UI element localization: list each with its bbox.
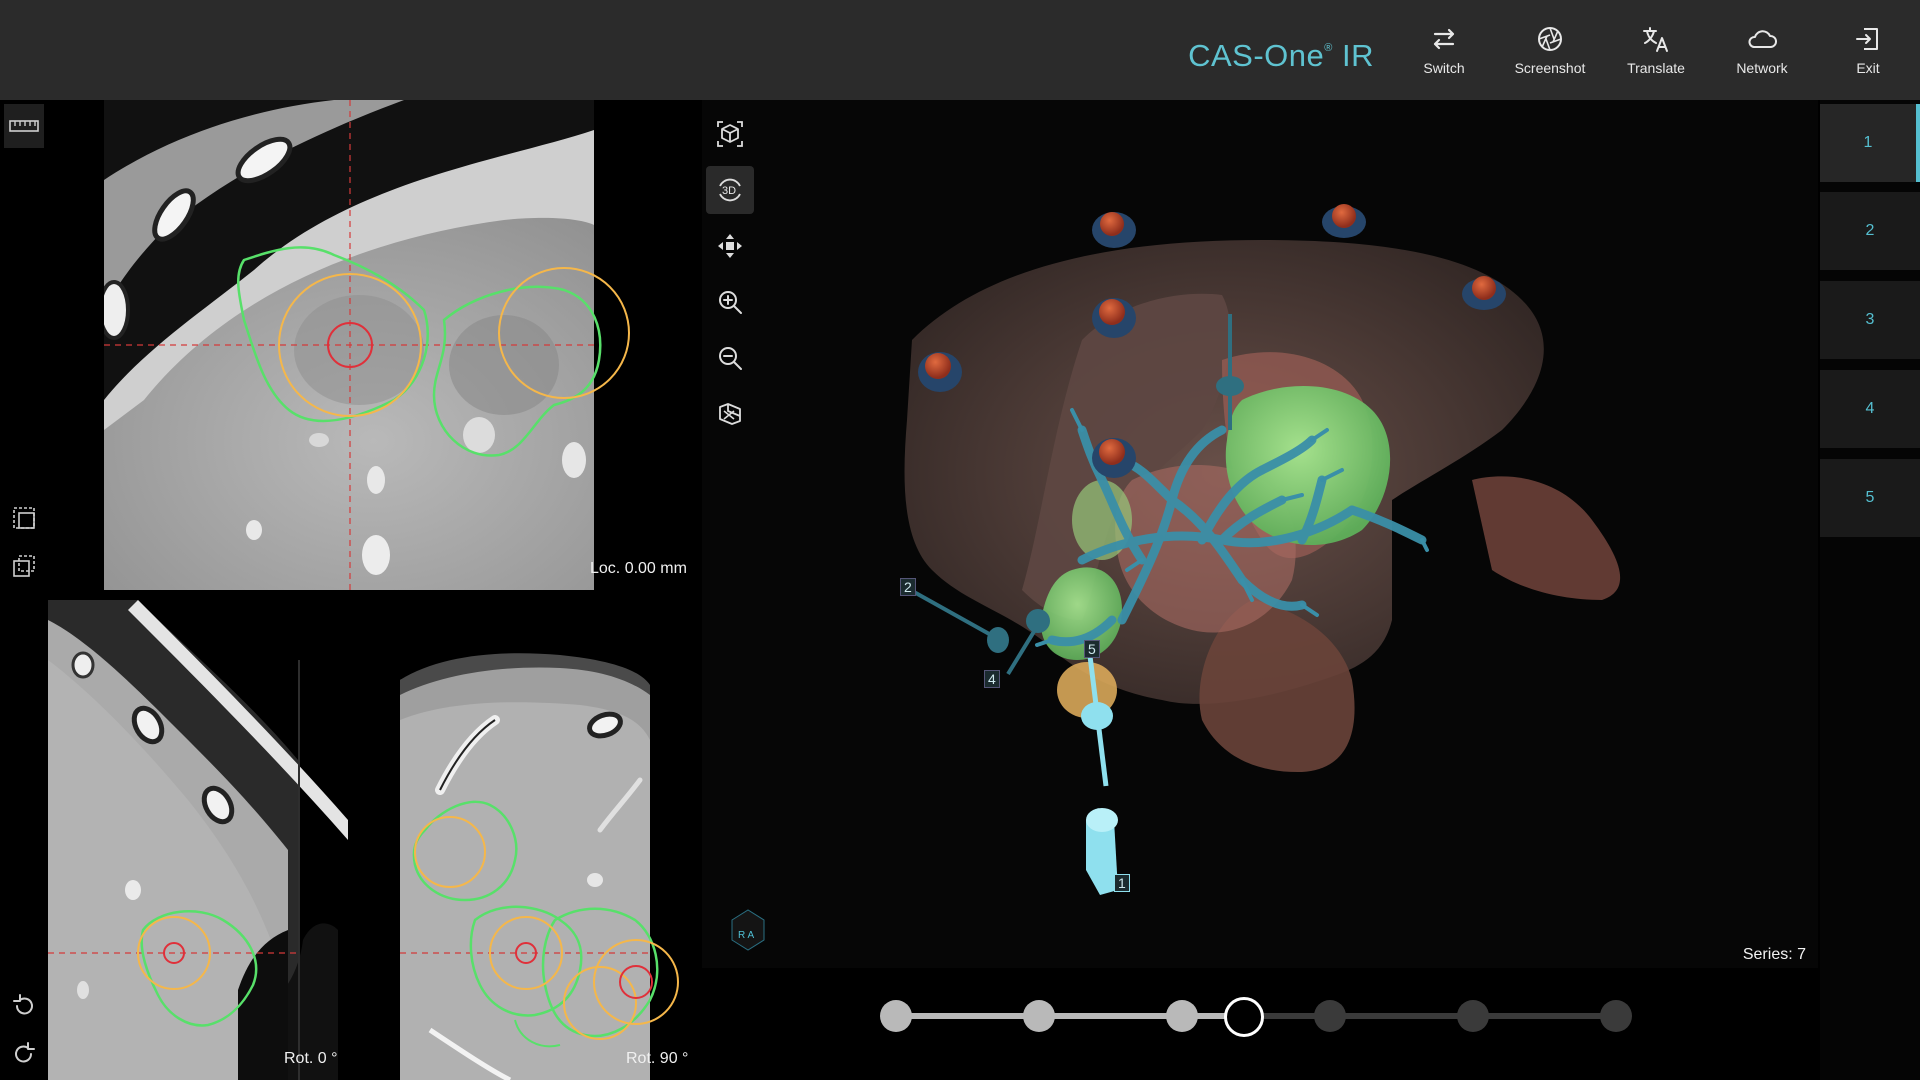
reset-view-icon: [717, 121, 743, 147]
rotate-3d-icon: 3D: [719, 178, 741, 202]
zoom-in-button[interactable]: [706, 278, 754, 326]
switch-label: Switch: [1423, 60, 1465, 76]
rotate-left-button[interactable]: [8, 990, 40, 1022]
timeline-track-todo: [1256, 1013, 1620, 1019]
trajectory-item-5[interactable]: 5: [1820, 459, 1920, 537]
timeline-step-current[interactable]: [1224, 997, 1264, 1037]
pan-button[interactable]: [706, 222, 754, 270]
trajectory-label-5: 5: [1084, 640, 1100, 658]
brand-mark: ®: [1324, 42, 1333, 54]
trajectory-panel: 1 2 3 4 5: [1820, 100, 1920, 1080]
series-label: Series: 7: [1742, 946, 1806, 963]
trajectory-item-label: 2: [1865, 222, 1875, 239]
trajectory-label-4: 4: [984, 670, 1000, 688]
rotate-cw-icon: [15, 1042, 35, 1063]
trajectory-item-label: 4: [1865, 400, 1875, 417]
trajectory-item-label: 3: [1865, 311, 1875, 328]
view-3d-toolbar: 3D: [706, 110, 758, 446]
trajectory-label-1: 1: [1114, 874, 1130, 892]
top-bar: CAS-One® IR Switch Screenshot Translate …: [0, 0, 1920, 100]
ct-image-axial: [104, 100, 700, 590]
exit-icon: [1818, 24, 1918, 58]
rotate-ccw-icon: [13, 994, 33, 1015]
trajectory-item-2[interactable]: 2: [1820, 192, 1920, 270]
rot-label-right: Rot. 90 °: [626, 1050, 689, 1067]
zoom-out-button[interactable]: [706, 334, 754, 382]
exit-button[interactable]: Exit: [1818, 16, 1918, 86]
timeline-track-done: [896, 1013, 1256, 1019]
app-logo: CAS-One® IR: [1188, 38, 1374, 74]
screenshot-label: Screenshot: [1514, 60, 1586, 76]
cloud-icon: [1712, 24, 1812, 58]
layout-select-button[interactable]: [8, 502, 40, 534]
translate-button[interactable]: Translate: [1606, 16, 1706, 86]
timeline-step-1[interactable]: [880, 1000, 912, 1032]
trajectory-item-3[interactable]: 3: [1820, 281, 1920, 359]
workflow-timeline: [880, 990, 1640, 1040]
anatomy-3d-render: R A: [731, 204, 1621, 951]
trajectory-label-2: 2: [900, 578, 916, 596]
timeline-step-3[interactable]: [1166, 1000, 1198, 1032]
timeline-step-2[interactable]: [1023, 1000, 1055, 1032]
zoom-in-icon: [719, 291, 742, 314]
timeline-step-5[interactable]: [1314, 1000, 1346, 1032]
ruler-button[interactable]: [4, 104, 44, 148]
screenshot-button[interactable]: Screenshot: [1500, 16, 1600, 86]
switch-icon: [1394, 24, 1494, 58]
ct-viewport-coronal[interactable]: Rot. 0 °: [48, 600, 398, 1080]
loc-label: Loc. 0.00 mm: [590, 560, 687, 577]
overlay-icon: [13, 555, 35, 577]
orientation-cube: R A: [731, 909, 765, 951]
ct-viewport-axial[interactable]: Loc. 0.00 mm: [104, 100, 700, 590]
zoom-out-icon: [719, 347, 742, 370]
switch-button[interactable]: Switch: [1394, 16, 1494, 86]
layout-overlay-button[interactable]: [8, 550, 40, 582]
left-tool-strip: [0, 100, 48, 1080]
network-label: Network: [1736, 60, 1788, 76]
rotate-3d-button[interactable]: 3D: [706, 166, 754, 214]
ct-viewport-sagittal[interactable]: Rot. 90 °: [400, 600, 700, 1080]
ruler-icon: [9, 120, 39, 132]
trajectory-item-label: 1: [1863, 134, 1873, 151]
svg-text:R A: R A: [738, 930, 754, 941]
reset-view-button[interactable]: [706, 110, 754, 158]
snapshot-3d-button[interactable]: [706, 390, 754, 438]
trajectory-item-label: 5: [1865, 489, 1875, 506]
snapshot-3d-icon: [719, 403, 741, 425]
view-3d[interactable]: R A 3 2 4 5 1: [702, 100, 1818, 968]
rot-label-left: Rot. 0 °: [284, 1050, 338, 1067]
dashed-select-icon: [13, 507, 35, 529]
ct-image-coronal: [48, 600, 398, 1080]
exit-label: Exit: [1856, 60, 1880, 76]
timeline-step-6[interactable]: [1457, 1000, 1489, 1032]
brand-name: CAS-One: [1188, 38, 1325, 73]
ct-image-sagittal: [400, 600, 700, 1080]
svg-text:3D: 3D: [722, 185, 736, 197]
timeline-step-7[interactable]: [1600, 1000, 1632, 1032]
aperture-icon: [1500, 24, 1600, 58]
brand-suffix: IR: [1342, 38, 1374, 73]
trajectory-item-4[interactable]: 4: [1820, 370, 1920, 448]
translate-icon: [1606, 24, 1706, 58]
pan-icon: [718, 234, 742, 258]
network-button[interactable]: Network: [1712, 16, 1812, 86]
rotate-right-button[interactable]: [8, 1038, 40, 1070]
translate-label: Translate: [1627, 60, 1685, 76]
trajectory-item-1[interactable]: 1: [1820, 104, 1920, 182]
